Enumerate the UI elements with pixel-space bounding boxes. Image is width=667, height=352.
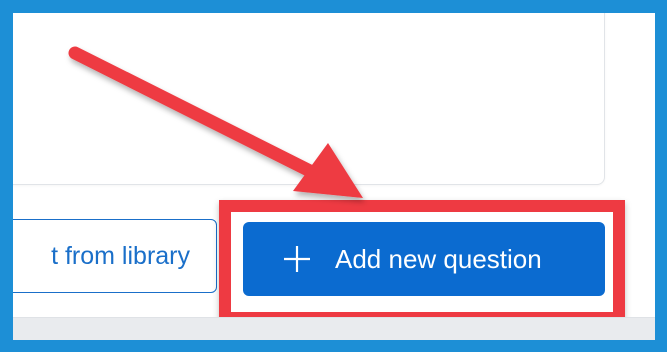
add-new-question-label: Add new question [335, 243, 542, 274]
import-from-library-label: t from library [51, 241, 190, 270]
add-new-question-button[interactable]: Add new question [243, 222, 605, 296]
page-content: t from library Add new question [13, 13, 655, 340]
plus-icon [283, 245, 311, 273]
import-from-library-button[interactable]: t from library [13, 219, 217, 293]
screenshot-frame: t from library Add new question [0, 0, 667, 352]
footer-bar [13, 317, 655, 340]
question-card [13, 13, 605, 185]
